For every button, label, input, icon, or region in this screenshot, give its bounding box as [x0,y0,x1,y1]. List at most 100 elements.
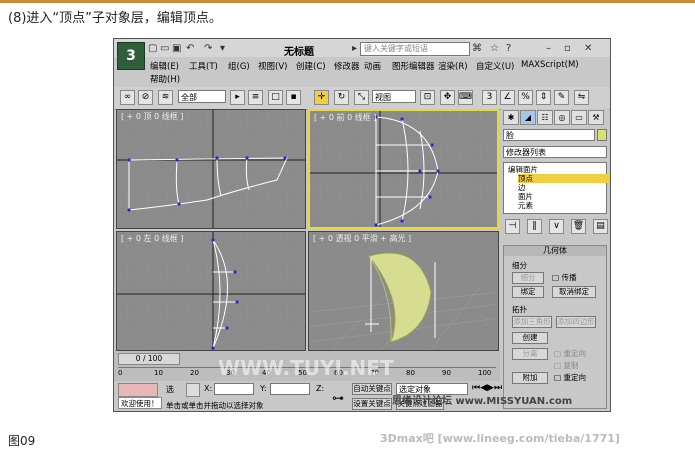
select-by-name-icon[interactable]: ≡ [248,90,263,105]
utilities-tab-icon[interactable]: ⚒ [588,110,604,125]
keyboard-shortcut-icon[interactable]: ⌨ [458,90,473,105]
quick-access-dropdown-icon[interactable]: ▾ [220,43,225,54]
maxscript-listener-mini[interactable] [118,383,158,397]
menu-views[interactable]: 视图(V) [258,60,287,72]
ref-coord-dropdown[interactable]: 视图 [372,90,416,103]
copy-checkbox[interactable]: □ 复制 [554,360,578,371]
edit-named-selection-icon[interactable]: ✎ [554,90,569,105]
menu-create[interactable]: 创建(C) [296,60,326,72]
bind-button[interactable]: 绑定 [512,286,544,298]
title-bar: ▢ ▭ ▣ ↶ ↷ ▾ 无标题 ▸ 键入关键字或短语 ⌘ ☆ ? – ▫ ✕ [114,39,610,58]
menu-modifiers[interactable]: 修改器 [334,60,360,72]
manipulate-icon[interactable]: ✥ [440,90,455,105]
menu-customize[interactable]: 自定义(U) [476,60,514,72]
create-button[interactable]: 创建 [512,332,548,344]
viewport-front-canvas [310,111,497,227]
stack-item-edge[interactable]: 边 [518,183,610,192]
make-unique-icon[interactable]: ∨ [549,219,564,234]
app-logo[interactable]: 3 [117,42,145,70]
create-tab-icon[interactable]: ✱ [503,110,519,125]
object-name-field[interactable]: 脸 [503,129,595,141]
object-color-swatch[interactable] [597,129,607,141]
geometry-rollout-title[interactable]: 几何体 [504,246,606,256]
rect-selection-icon[interactable]: □ [268,90,283,105]
subdivide-group-title: 细分 [512,261,527,270]
copy-label: 复制 [563,361,579,370]
menu-group[interactable]: 组(G) [228,60,250,72]
menu-graph-editors[interactable]: 图形编辑器 [392,60,435,72]
key-icon[interactable]: ⊶ [332,391,344,405]
window-crossing-icon[interactable]: ▪ [286,90,301,105]
stack-item-patch[interactable]: 面片 [518,192,610,201]
add-quad-button[interactable]: 添加四边形 [556,316,596,328]
modify-tab-icon[interactable]: ◢ [520,110,536,125]
y-coordinate-field[interactable] [270,383,310,395]
minimize-icon[interactable]: – [546,43,551,54]
viewport-front-label[interactable]: [ + 0 前 0 线框 ] [314,112,376,123]
menu-rendering[interactable]: 渲染(R) [438,60,468,72]
hierarchy-tab-icon[interactable]: ☷ [537,110,553,125]
subdivide-button[interactable]: 细分 [512,272,544,284]
pin-stack-icon[interactable]: ⊣ [505,219,520,234]
selection-filter-dropdown[interactable]: 全部 [178,90,226,103]
binoculars-icon[interactable]: ⌘ [472,43,482,54]
select-move-icon[interactable]: ✛ [314,90,329,105]
add-triangle-button[interactable]: 添加三角形 [512,316,552,328]
undo-icon[interactable]: ↶ [186,43,194,54]
attach-button[interactable]: 附加 [512,372,548,384]
select-rotate-icon[interactable]: ↻ [334,90,349,105]
viewport-top[interactable]: [ + 0 顶 0 线框 ] [116,109,306,229]
auto-key-button[interactable]: 自动关键点 [352,383,392,395]
menu-maxscript[interactable]: MAXScript(M) [521,60,579,70]
bind-space-warp-icon[interactable]: ≋ [158,90,173,105]
star-icon[interactable]: ☆ [490,43,499,54]
motion-tab-icon[interactable]: ◎ [554,110,570,125]
snap-toggle-icon[interactable]: 3 [482,90,497,105]
remove-modifier-icon[interactable]: 🗑 [571,219,586,234]
restore-icon[interactable]: ▫ [564,43,571,54]
viewport-left-label[interactable]: [ + 0 左 0 线框 ] [121,233,183,244]
stack-item-element[interactable]: 元素 [518,201,610,210]
search-input[interactable]: 键入关键字或短语 [360,42,470,56]
unbind-button[interactable]: 取消绑定 [552,286,596,298]
modifier-list-dropdown[interactable]: 修改器列表 [503,146,607,158]
lock-selection-icon[interactable] [186,383,200,397]
configure-sets-icon[interactable]: ▤ [593,219,608,234]
stack-item-vertex[interactable]: 顶点 [518,174,610,183]
detach-button[interactable]: 分离 [512,348,548,360]
viewport-perspective[interactable]: [ + 0 透视 0 平滑 + 高光 ] [308,231,499,351]
help-icon[interactable]: ? [506,43,511,54]
propagate-checkbox[interactable]: □ 传播 [552,272,576,283]
new-file-icon[interactable]: ▢ [148,43,157,54]
spinner-snap-icon[interactable]: ⇕ [536,90,551,105]
close-icon[interactable]: ✕ [584,43,592,54]
save-icon[interactable]: ▣ [172,43,181,54]
mirror-icon[interactable]: ⇋ [574,90,589,105]
menu-tools[interactable]: 工具(T) [189,60,218,72]
link-icon[interactable]: ∞ [120,90,135,105]
menu-animation[interactable]: 动画 [364,60,381,72]
viewport-front[interactable]: [ + 0 前 0 线框 ] [308,109,499,229]
viewport-left[interactable]: [ + 0 左 0 线框 ] [116,231,306,351]
redo-icon[interactable]: ↷ [204,43,212,54]
unlink-icon[interactable]: ⊘ [138,90,153,105]
viewport-perspective-label[interactable]: [ + 0 透视 0 平滑 + 高光 ] [313,233,411,244]
display-tab-icon[interactable]: ▭ [571,110,587,125]
time-slider[interactable]: 0 / 100 [118,353,180,365]
show-end-result-icon[interactable]: ‖ [527,219,542,234]
select-scale-icon[interactable]: ⤡ [354,90,369,105]
reorient-checkbox[interactable]: □ 重定向 [554,348,586,359]
viewport-top-label[interactable]: [ + 0 顶 0 线框 ] [121,111,183,122]
set-key-button[interactable]: 设置关键点 [352,398,392,410]
open-folder-icon[interactable]: ▭ [160,43,169,54]
pivot-center-icon[interactable]: ⊡ [420,90,435,105]
x-coordinate-field[interactable] [214,383,254,395]
menu-edit[interactable]: 编辑(E) [150,60,179,72]
angle-snap-icon[interactable]: ∠ [500,90,515,105]
percent-snap-icon[interactable]: % [518,90,533,105]
select-object-icon[interactable]: ▸ [230,90,245,105]
figure-label: 图09 [8,434,36,448]
stack-item-edit-patch[interactable]: 编辑面片 [508,165,600,174]
reorient2-checkbox[interactable]: □ 重定向 [554,372,586,383]
menu-help[interactable]: 帮助(H) [150,73,180,85]
